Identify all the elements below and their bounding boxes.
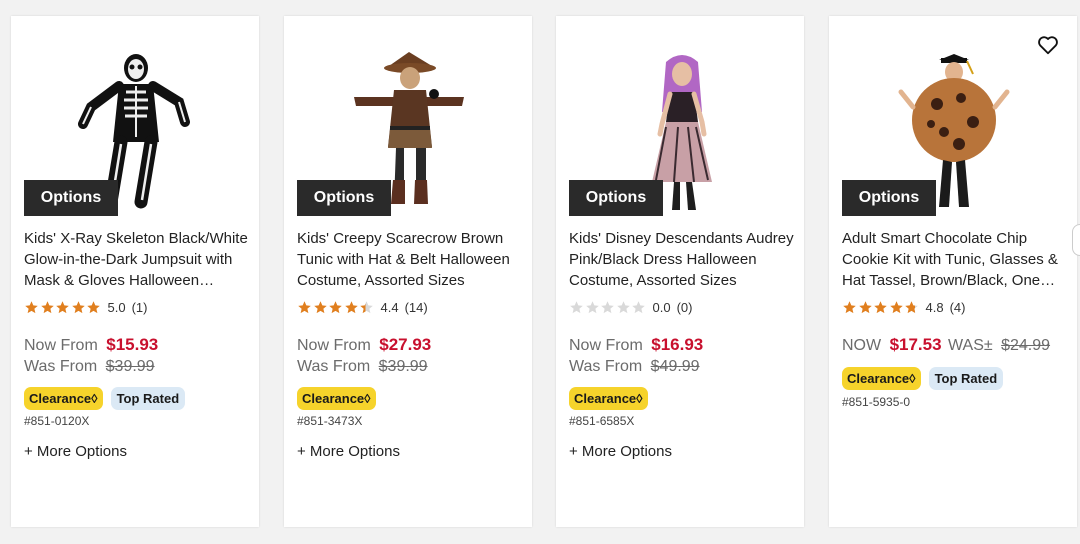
star-rating [297, 300, 375, 315]
sku: #851-6585X [569, 414, 635, 428]
was-label: Was From [297, 358, 371, 375]
review-count[interactable]: (4) [950, 300, 966, 315]
now-price-row: Now From $27.93 [297, 335, 431, 355]
star-icon [585, 301, 599, 314]
clearance-badge: Clearance◊ [569, 387, 648, 410]
now-price: $17.53 [889, 335, 942, 354]
star-rating [569, 300, 647, 315]
was-price: $24.99 [1001, 337, 1051, 354]
top-rated-badge: Top Rated [110, 387, 186, 410]
star-icon [56, 301, 69, 314]
price-row: NOW $17.53 WAS± $24.99 [842, 335, 1050, 355]
star-icon [632, 301, 645, 314]
now-label: Now From [569, 337, 643, 354]
now-label: NOW [842, 337, 882, 354]
options-button[interactable]: Options [24, 180, 118, 216]
options-button[interactable]: Options [569, 180, 663, 216]
star-icon [298, 301, 311, 314]
product-rating: 0.0 (0) [569, 300, 692, 315]
now-price-row: Now From $15.93 [24, 335, 158, 355]
was-label: Was From [569, 358, 643, 375]
product-rating: 4.4 (14) [297, 300, 428, 315]
star-icon [570, 301, 583, 314]
was-label: WAS± [948, 337, 993, 354]
product-image[interactable]: Options [556, 16, 804, 216]
review-count[interactable]: (14) [405, 300, 428, 315]
product-card[interactable]: Options Adult Smart Chocolate Chip Cooki… [829, 16, 1080, 527]
was-price-row: Was From $39.99 [297, 358, 428, 376]
now-price: $15.93 [106, 335, 159, 354]
product-title[interactable]: Kids' Creepy Scarecrow Brown Tunic with … [297, 228, 523, 291]
star-icon [616, 301, 630, 314]
star-icon [87, 301, 100, 314]
product-rating: 4.8 (4) [842, 300, 965, 315]
options-button[interactable]: Options [297, 180, 391, 216]
more-options-link[interactable]: + More Options [24, 443, 127, 460]
was-price: $49.99 [650, 358, 700, 375]
badges: Clearance◊ Top Rated [842, 367, 1004, 390]
sku: #851-0120X [24, 414, 90, 428]
clearance-badge: Clearance◊ [842, 367, 921, 390]
product-title[interactable]: Kids' X-Ray Skeleton Black/White Glow-in… [24, 228, 250, 291]
rating-value: 0.0 [652, 300, 671, 315]
product-grid: Options Kids' X-Ray Skeleton Black/White… [0, 0, 1080, 544]
now-label: Now From [297, 337, 371, 354]
product-image[interactable]: Options [829, 16, 1077, 216]
star-icon [874, 301, 887, 314]
badges: Clearance◊ [569, 387, 656, 410]
star-rating [842, 300, 920, 315]
badges: Clearance◊ [297, 387, 384, 410]
more-options-link[interactable]: + More Options [297, 443, 400, 460]
now-price: $27.93 [379, 335, 432, 354]
product-card[interactable]: Options Kids' Creepy Scarecrow Brown Tun… [284, 16, 532, 527]
star-icon [313, 301, 327, 314]
now-price-row: Now From $16.93 [569, 335, 703, 355]
was-label: Was From [24, 358, 98, 375]
was-price: $39.99 [378, 358, 428, 375]
was-price: $39.99 [105, 358, 155, 375]
product-card[interactable]: Options Kids' Disney Descendants Audrey … [556, 16, 804, 527]
clearance-badge: Clearance◊ [297, 387, 376, 410]
sku: #851-5935-0 [842, 395, 911, 409]
carousel-next-handle[interactable] [1072, 224, 1080, 256]
was-price-row: Was From $39.99 [24, 358, 155, 376]
product-image[interactable]: Options [284, 16, 532, 216]
star-icon [889, 301, 903, 314]
star-icon [905, 301, 918, 314]
star-icon [601, 301, 614, 314]
review-count[interactable]: (1) [132, 300, 148, 315]
sku: #851-3473X [297, 414, 363, 428]
star-icon [360, 301, 373, 314]
more-options-link[interactable]: + More Options [569, 443, 672, 460]
rating-value: 5.0 [107, 300, 126, 315]
was-price-row: Was From $49.99 [569, 358, 700, 376]
product-title[interactable]: Kids' Disney Descendants Audrey Pink/Bla… [569, 228, 795, 291]
star-rating [24, 300, 102, 315]
badges: Clearance◊ Top Rated [24, 387, 186, 410]
now-price: $16.93 [651, 335, 704, 354]
star-icon [329, 301, 342, 314]
star-icon [25, 301, 38, 314]
product-title[interactable]: Adult Smart Chocolate Chip Cookie Kit wi… [842, 228, 1068, 291]
rating-value: 4.4 [380, 300, 399, 315]
top-rated-badge: Top Rated [928, 367, 1004, 390]
rating-value: 4.8 [925, 300, 944, 315]
star-icon [344, 301, 358, 314]
product-rating: 5.0 (1) [24, 300, 147, 315]
product-card[interactable]: Options Kids' X-Ray Skeleton Black/White… [11, 16, 259, 527]
product-image[interactable]: Options [11, 16, 259, 216]
star-icon [858, 301, 872, 314]
review-count[interactable]: (0) [677, 300, 693, 315]
now-label: Now From [24, 337, 98, 354]
options-button[interactable]: Options [842, 180, 936, 216]
star-icon [843, 301, 856, 314]
clearance-badge: Clearance◊ [24, 387, 103, 410]
star-icon [71, 301, 85, 314]
star-icon [40, 301, 54, 314]
